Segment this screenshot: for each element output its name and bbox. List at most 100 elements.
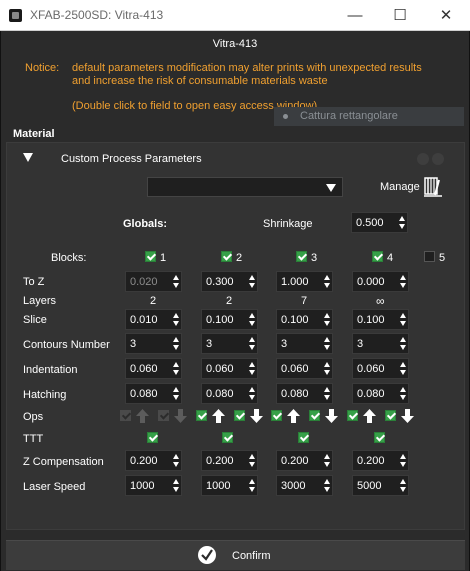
slice-block-4-spinbox[interactable]: 0.100: [352, 309, 409, 330]
spin-down-icon[interactable]: [173, 462, 179, 467]
spin-up-icon[interactable]: [249, 362, 255, 367]
maximize-button[interactable]: ☐: [377, 0, 423, 31]
ops-block-2-down-checkbox[interactable]: [234, 410, 245, 421]
hatching-block-3-spinbox[interactable]: 0.080: [276, 383, 333, 404]
block-4-checkbox[interactable]: [372, 251, 383, 262]
minimize-button[interactable]: —: [332, 0, 378, 31]
spin-down-icon[interactable]: [400, 321, 406, 326]
spin-up-icon[interactable]: [173, 387, 179, 392]
spin-down-icon[interactable]: [249, 487, 255, 492]
ttt-block-1-checkbox[interactable]: [147, 432, 158, 443]
ops-block-4-down-checkbox[interactable]: [385, 410, 396, 421]
ops-block-3-up-checkbox[interactable]: [271, 410, 282, 421]
spin-down-icon[interactable]: [173, 395, 179, 400]
spin-up-icon[interactable]: [173, 362, 179, 367]
spin-down-icon[interactable]: [324, 321, 330, 326]
spin-down-icon[interactable]: [173, 321, 179, 326]
spin-up-icon[interactable]: [400, 454, 406, 459]
spin-up-icon[interactable]: [173, 454, 179, 459]
spin-up-icon[interactable]: [173, 479, 179, 484]
spin-up-icon[interactable]: [400, 313, 406, 318]
arrow-down-icon[interactable]: [325, 409, 338, 423]
slice-block-3-spinbox[interactable]: 0.100: [276, 309, 333, 330]
to-z-block-3-spinbox[interactable]: 1.000: [276, 271, 333, 292]
spin-up-icon[interactable]: [249, 313, 255, 318]
z-comp-block-3-spinbox[interactable]: 0.200: [276, 450, 333, 471]
ops-block-2-up-checkbox[interactable]: [196, 410, 207, 421]
manage-button-label[interactable]: Manage: [380, 181, 420, 193]
spin-down-icon[interactable]: [173, 487, 179, 492]
laser-speed-block-3-spinbox[interactable]: 3000: [276, 475, 333, 496]
spin-up-icon[interactable]: [324, 275, 330, 280]
ops-block-1-down-checkbox[interactable]: [158, 410, 169, 421]
slice-block-2-spinbox[interactable]: 0.100: [201, 309, 258, 330]
arrow-up-icon[interactable]: [363, 409, 376, 423]
spin-down-icon[interactable]: [400, 395, 406, 400]
close-button[interactable]: ✕: [423, 0, 469, 31]
spin-up-icon[interactable]: [173, 275, 179, 280]
arrow-up-icon[interactable]: [212, 409, 225, 423]
laser-speed-block-4-spinbox[interactable]: 5000: [352, 475, 409, 496]
ttt-block-2-checkbox[interactable]: [222, 432, 233, 443]
spin-up-icon[interactable]: [324, 313, 330, 318]
spin-up-icon[interactable]: [400, 275, 406, 280]
indentation-block-1-spinbox[interactable]: 0.060: [125, 358, 182, 379]
to-z-block-1-spinbox[interactable]: 0.020: [125, 271, 182, 292]
hatching-block-2-spinbox[interactable]: 0.080: [201, 383, 258, 404]
spin-up-icon[interactable]: [249, 454, 255, 459]
spin-down-icon[interactable]: [249, 345, 255, 350]
arrow-up-icon[interactable]: [287, 409, 300, 423]
block-5-checkbox[interactable]: [424, 251, 435, 262]
arrow-down-icon[interactable]: [250, 409, 263, 423]
collapse-triangle-icon[interactable]: [23, 153, 33, 162]
spin-up-icon[interactable]: [400, 362, 406, 367]
spin-down-icon[interactable]: [324, 345, 330, 350]
contours-block-2-spinbox[interactable]: 3: [201, 333, 258, 354]
spin-up-icon[interactable]: [324, 362, 330, 367]
spin-down-icon[interactable]: [249, 370, 255, 375]
spin-up-icon[interactable]: [400, 479, 406, 484]
contours-block-4-spinbox[interactable]: 3: [352, 333, 409, 354]
block-3-checkbox[interactable]: [296, 251, 307, 262]
spin-down-icon[interactable]: [324, 395, 330, 400]
z-comp-block-1-spinbox[interactable]: 0.200: [125, 450, 182, 471]
spin-up-icon[interactable]: [324, 337, 330, 342]
spin-up-icon[interactable]: [173, 337, 179, 342]
spin-up-icon[interactable]: [399, 216, 405, 221]
spin-up-icon[interactable]: [400, 337, 406, 342]
spin-up-icon[interactable]: [173, 313, 179, 318]
confirm-label[interactable]: Confirm: [232, 550, 271, 562]
spin-up-icon[interactable]: [249, 387, 255, 392]
block-2-checkbox[interactable]: [221, 251, 232, 262]
z-comp-block-4-spinbox[interactable]: 0.200: [352, 450, 409, 471]
to-z-block-4-spinbox[interactable]: 0.000: [352, 271, 409, 292]
ttt-block-3-checkbox[interactable]: [298, 432, 309, 443]
spin-down-icon[interactable]: [173, 370, 179, 375]
parameter-preset-select[interactable]: [147, 177, 343, 197]
ops-block-4-up-checkbox[interactable]: [347, 410, 358, 421]
ops-block-3-down-checkbox[interactable]: [309, 410, 320, 421]
spin-down-icon[interactable]: [324, 283, 330, 288]
spin-down-icon[interactable]: [249, 283, 255, 288]
arrow-up-icon[interactable]: [136, 409, 149, 423]
spin-down-icon[interactable]: [399, 224, 405, 229]
spin-down-icon[interactable]: [324, 487, 330, 492]
spin-down-icon[interactable]: [173, 283, 179, 288]
laser-speed-block-2-spinbox[interactable]: 1000: [201, 475, 258, 496]
indentation-block-3-spinbox[interactable]: 0.060: [276, 358, 333, 379]
checkmark-circle-icon[interactable]: [198, 546, 216, 564]
spin-up-icon[interactable]: [400, 387, 406, 392]
spin-up-icon[interactable]: [249, 337, 255, 342]
arrow-down-icon[interactable]: [174, 409, 187, 423]
spin-down-icon[interactable]: [249, 462, 255, 467]
spin-down-icon[interactable]: [400, 370, 406, 375]
block-1-checkbox[interactable]: [145, 251, 156, 262]
arrow-down-icon[interactable]: [401, 409, 414, 423]
indentation-block-2-spinbox[interactable]: 0.060: [201, 358, 258, 379]
slice-block-1-spinbox[interactable]: 0.010: [125, 309, 182, 330]
laser-speed-block-1-spinbox[interactable]: 1000: [125, 475, 182, 496]
spin-up-icon[interactable]: [249, 275, 255, 280]
spin-up-icon[interactable]: [249, 479, 255, 484]
spin-up-icon[interactable]: [324, 387, 330, 392]
spin-down-icon[interactable]: [249, 321, 255, 326]
